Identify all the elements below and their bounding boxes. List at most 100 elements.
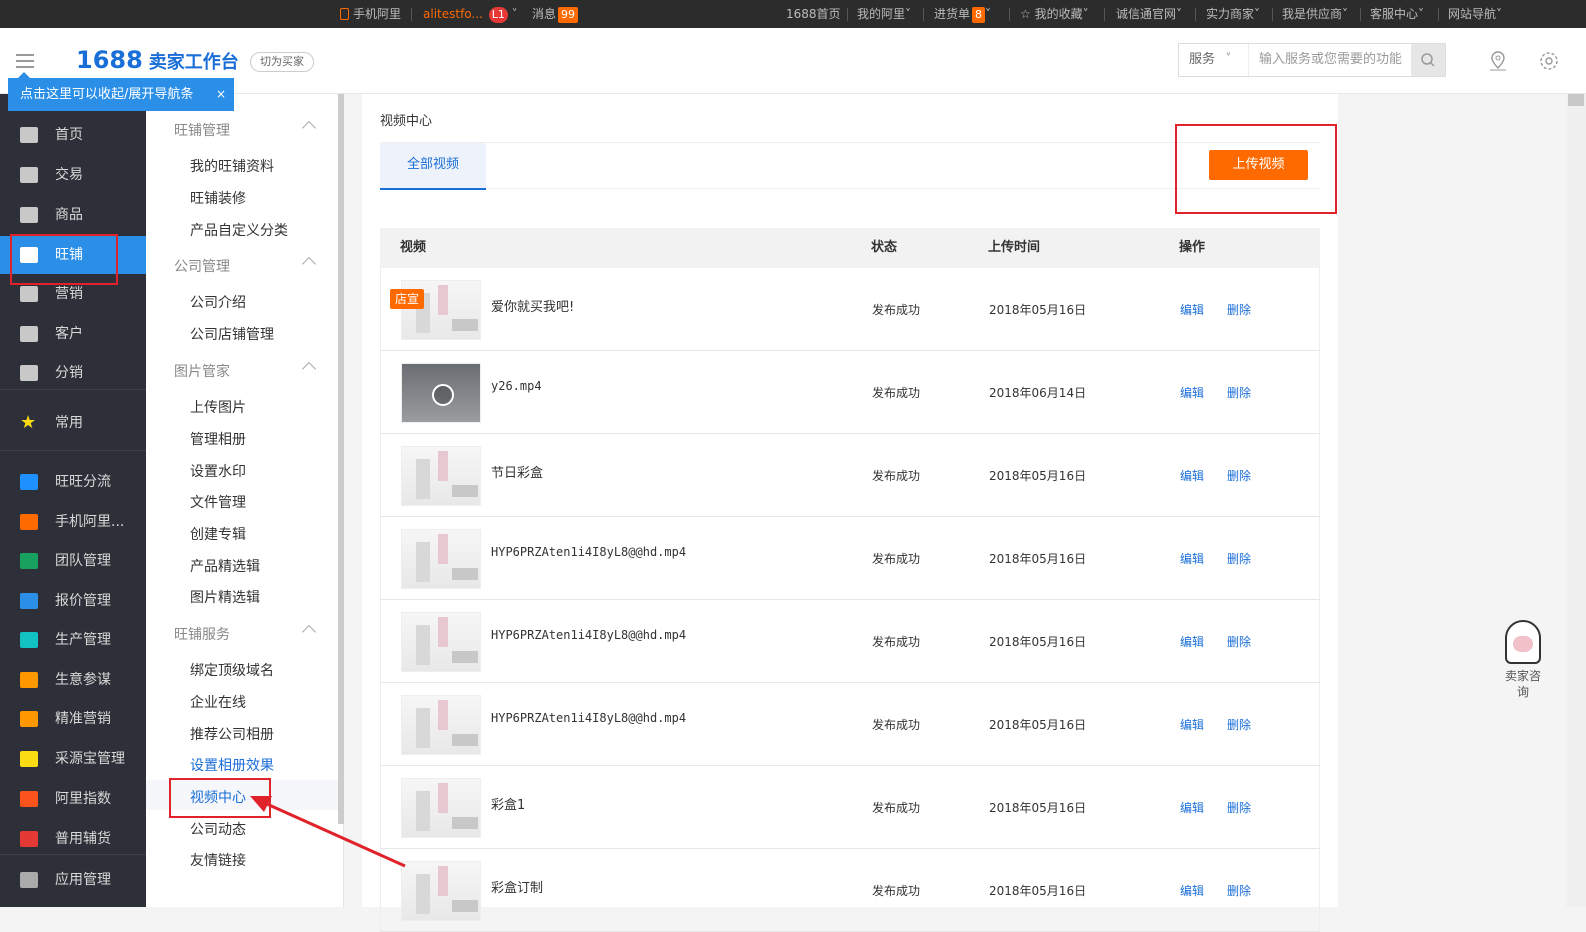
chevron-down-icon[interactable]: ˅ (512, 7, 518, 21)
sidebar-item-11[interactable]: 报价管理 (0, 582, 146, 620)
subnav-group-title[interactable]: 旺铺服务 (174, 624, 317, 644)
video-thumbnail[interactable] (401, 695, 481, 755)
service-center-link[interactable]: 客服中心˅ (1370, 0, 1424, 28)
search-button[interactable] (1411, 44, 1445, 76)
site-nav-link[interactable]: 网站导航˅ (1448, 0, 1502, 28)
sidebar-item-7[interactable]: ★ 常用 (0, 404, 146, 442)
subnav-item[interactable]: 公司店铺管理 (190, 324, 274, 344)
edit-link[interactable]: 编辑 (1180, 633, 1204, 650)
subnav-item[interactable]: 公司介绍 (190, 292, 246, 312)
sidebar-item-14[interactable]: 精准营销 (0, 700, 146, 738)
sidebar-item-17[interactable]: 普用辅货 (0, 820, 146, 858)
video-thumbnail[interactable] (401, 363, 481, 423)
sidebar-item-5[interactable]: 客户 (0, 315, 146, 353)
cow-mascot-icon (1505, 620, 1541, 664)
subnav-item[interactable]: 图片精选辑 (190, 587, 260, 607)
subnav-item[interactable]: 推荐公司相册 (190, 724, 274, 744)
subnav-item[interactable]: 产品精选辑 (190, 556, 260, 576)
messages-link[interactable]: 消息 99 (532, 0, 579, 28)
delete-link[interactable]: 删除 (1227, 633, 1251, 650)
search-scope-select[interactable]: 服务 ˅ (1179, 44, 1249, 76)
subnav-group-label: 图片管家 (174, 364, 230, 380)
seller-consult-widget[interactable]: 卖家咨询 (1505, 620, 1541, 700)
delete-link[interactable]: 删除 (1227, 882, 1251, 899)
sidebar-item-6[interactable]: 分销 (0, 354, 146, 392)
delete-link[interactable]: 删除 (1227, 799, 1251, 816)
edit-link[interactable]: 编辑 (1180, 716, 1204, 733)
tag-icon (20, 286, 38, 302)
sidebar-item-1[interactable]: 交易 (0, 156, 146, 194)
sidebar-item-8[interactable]: 旺旺分流 (0, 463, 146, 501)
sidebar-item-13[interactable]: 生意参谋 (0, 661, 146, 699)
sidebar-item-18[interactable]: 应用管理 (0, 861, 146, 899)
sidebar-item-0[interactable]: 首页 (0, 116, 146, 154)
column-operations: 操作 (1179, 240, 1206, 255)
search-input[interactable]: 输入服务或您需要的功能 (1259, 44, 1402, 76)
sidebar-item-12[interactable]: 生产管理 (0, 621, 146, 659)
edit-link[interactable]: 编辑 (1180, 384, 1204, 401)
video-name: y26.mp4 (491, 379, 542, 393)
purchase-list-link[interactable]: 进货单 8 ˅ (934, 0, 991, 28)
messages-count-badge: 99 (558, 7, 579, 23)
edit-link[interactable]: 编辑 (1180, 467, 1204, 484)
subnav-item[interactable]: 设置水印 (190, 461, 246, 481)
sub-sidebar-scrollbar[interactable] (338, 94, 344, 824)
sidebar-item-10[interactable]: 团队管理 (0, 542, 146, 580)
subnav-group-title[interactable]: 图片管家 (174, 361, 317, 381)
purchase-count-badge: 8 (972, 7, 986, 23)
tooltip-close-icon[interactable]: × (216, 78, 226, 111)
logo[interactable]: 1688 卖家工作台 (76, 46, 239, 74)
subnav-item[interactable]: 绑定顶级域名 (190, 660, 274, 680)
page-scrollbar[interactable] (1566, 94, 1586, 907)
shili-link[interactable]: 实力商家˅ (1206, 0, 1260, 28)
play-icon (432, 384, 454, 406)
sidebar-item-2[interactable]: 商品 (0, 196, 146, 234)
subnav-item[interactable]: 文件管理 (190, 492, 246, 512)
top-bar: 手机阿里 alitestfo... L1 ˅ 消息 99 1688首页 我的阿里˅… (0, 0, 1586, 28)
mobile-ali-link[interactable]: 手机阿里 (340, 0, 401, 28)
video-status: 发布成功 (872, 884, 921, 898)
video-thumbnail[interactable] (401, 861, 481, 921)
sidebar-item-16[interactable]: 阿里指数 (0, 780, 146, 818)
subnav-item[interactable]: 我的旺铺资料 (190, 156, 274, 176)
subnav-group-title[interactable]: 公司管理 (174, 256, 317, 276)
collapse-menu-icon[interactable] (16, 54, 34, 68)
subnav-item[interactable]: 旺铺装修 (190, 188, 246, 208)
home-link[interactable]: 1688首页 (786, 0, 841, 28)
favorites-link[interactable]: ☆ 我的收藏˅ (1020, 0, 1089, 28)
team-icon (20, 553, 38, 569)
video-thumbnail[interactable] (401, 778, 481, 838)
sidebar-item-9[interactable]: 手机阿里... (0, 503, 146, 541)
subnav-group-title[interactable]: 旺铺管理 (174, 120, 317, 140)
delete-link[interactable]: 删除 (1227, 550, 1251, 567)
delete-link[interactable]: 删除 (1227, 384, 1251, 401)
tab-all-videos[interactable]: 全部视频 (380, 143, 486, 190)
subnav-item[interactable]: 管理相册 (190, 429, 246, 449)
user-name-link[interactable]: alitestfo... L1 ˅ (423, 0, 518, 28)
supplier-link[interactable]: 我是供应商˅ (1282, 0, 1348, 28)
edit-link[interactable]: 编辑 (1180, 550, 1204, 567)
video-thumbnail[interactable] (401, 446, 481, 506)
my-ali-link[interactable]: 我的阿里˅ (857, 0, 911, 28)
settings-gear-icon[interactable] (1538, 50, 1560, 72)
chengxin-link[interactable]: 诚信通官网˅ (1116, 0, 1182, 28)
edit-link[interactable]: 编辑 (1180, 301, 1204, 318)
video-thumbnail[interactable] (401, 612, 481, 672)
subnav-item[interactable]: 上传图片 (190, 397, 246, 417)
edit-link[interactable]: 编辑 (1180, 882, 1204, 899)
subnav-item[interactable]: 企业在线 (190, 692, 246, 712)
edit-link[interactable]: 编辑 (1180, 799, 1204, 816)
subnav-item[interactable]: 公司动态 (190, 819, 246, 839)
video-status: 发布成功 (872, 469, 921, 483)
subnav-item[interactable]: 友情链接 (190, 850, 246, 870)
sidebar-item-15[interactable]: 采源宝管理 (0, 740, 146, 778)
location-icon[interactable] (1488, 50, 1508, 72)
subnav-item[interactable]: 创建专辑 (190, 524, 246, 544)
subnav-item[interactable]: 设置相册效果 (190, 755, 274, 775)
delete-link[interactable]: 删除 (1227, 301, 1251, 318)
subnav-item[interactable]: 产品自定义分类 (190, 220, 288, 240)
video-thumbnail[interactable] (401, 529, 481, 589)
delete-link[interactable]: 删除 (1227, 467, 1251, 484)
switch-to-buyer-button[interactable]: 切为买家 (250, 52, 314, 72)
delete-link[interactable]: 删除 (1227, 716, 1251, 733)
